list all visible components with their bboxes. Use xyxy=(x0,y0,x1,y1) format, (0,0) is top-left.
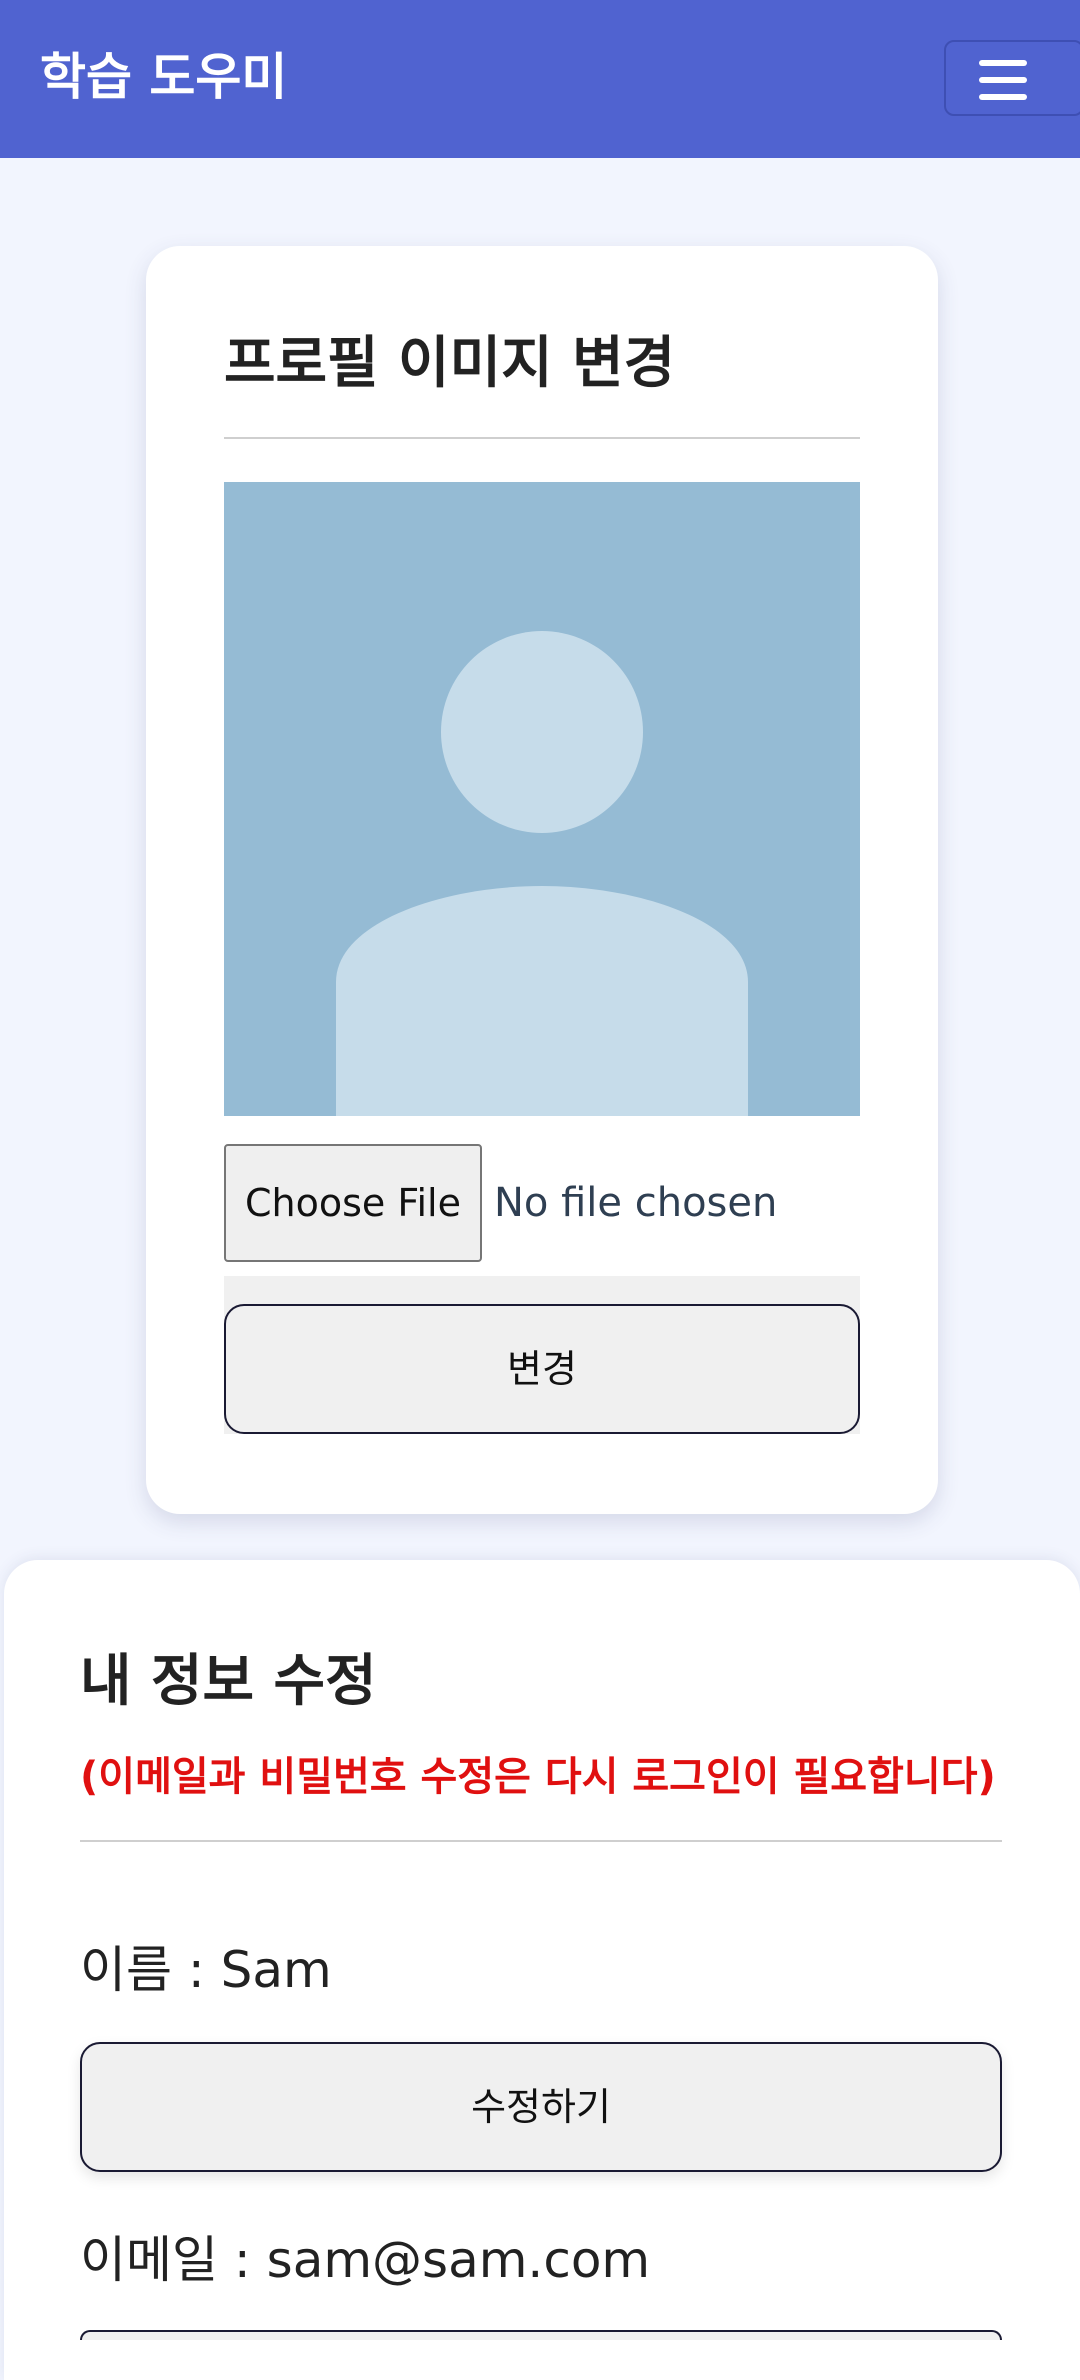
edit-email-button[interactable] xyxy=(80,2330,1002,2340)
email-field: 이메일 : sam@sam.com xyxy=(80,2231,651,2289)
name-label: 이름 xyxy=(80,1941,172,1999)
default-user-avatar-icon xyxy=(336,631,748,1116)
profile-image-card-title: 프로필 이미지 변경 xyxy=(224,331,676,396)
email-label: 이메일 xyxy=(80,2231,218,2289)
relogin-notice: (이메일과 비밀번호 수정은 다시 로그인이 필요합니다) xyxy=(80,1754,996,1800)
top-navbar: 학습 도우미 xyxy=(0,0,1080,158)
choose-file-button[interactable]: Choose File xyxy=(224,1144,482,1262)
divider xyxy=(224,437,860,439)
app-title[interactable]: 학습 도우미 xyxy=(40,44,287,110)
name-field: 이름 : Sam xyxy=(80,1941,332,1999)
email-value: sam@sam.com xyxy=(266,2231,651,2289)
profile-image-preview xyxy=(224,482,860,1116)
profile-image-file-input[interactable]: Choose File No file chosen xyxy=(224,1144,860,1264)
my-info-card-title: 내 정보 수정 xyxy=(80,1649,377,1714)
file-status-text: No file chosen xyxy=(494,1180,778,1226)
divider xyxy=(80,1840,1002,1842)
menu-toggle-button[interactable] xyxy=(944,40,1080,116)
edit-name-button[interactable]: 수정하기 xyxy=(80,2042,1002,2172)
name-value: Sam xyxy=(220,1941,332,1999)
change-profile-image-button[interactable]: 변경 xyxy=(224,1304,860,1434)
